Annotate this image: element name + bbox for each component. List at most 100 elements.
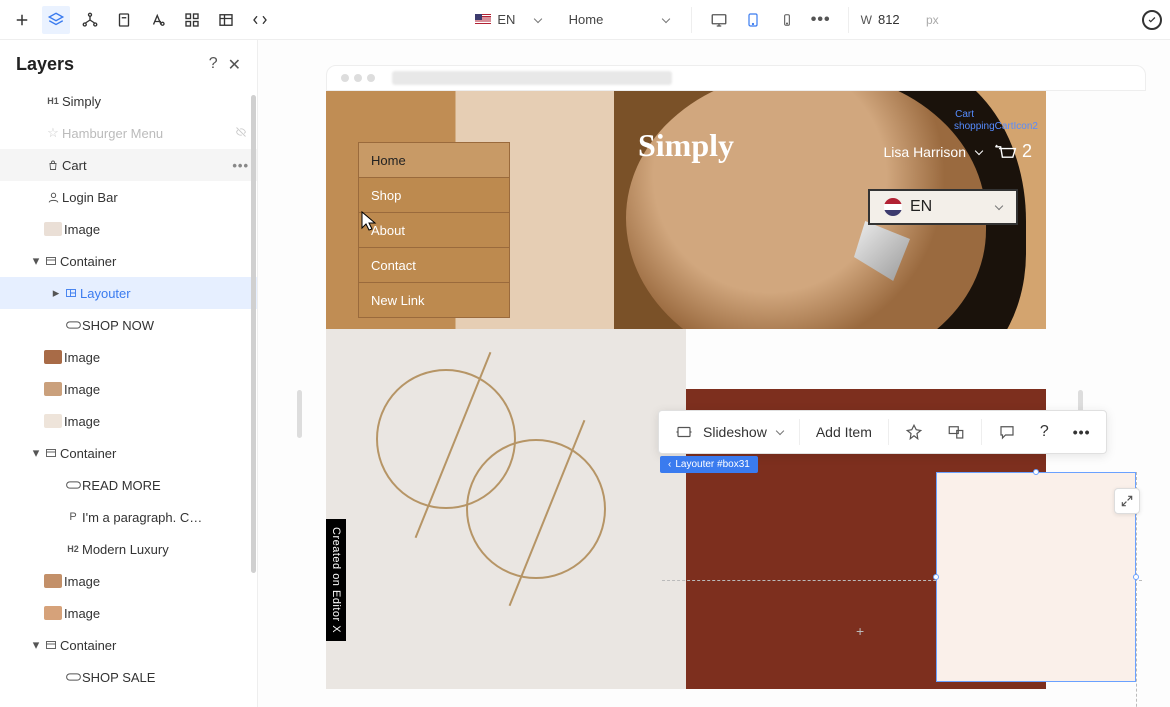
selection-handle[interactable] (933, 574, 939, 580)
language-select[interactable]: EN (465, 5, 550, 35)
layer-row[interactable]: READ MORE (0, 469, 257, 501)
width-label: W (861, 13, 872, 27)
layer-row[interactable]: Image (0, 597, 257, 629)
device-switcher: ••• (704, 5, 836, 35)
layer-row[interactable]: Image (0, 405, 257, 437)
layer-label: Image (64, 382, 249, 397)
sidebar-scrollbar[interactable] (250, 85, 256, 645)
selection-box[interactable] (936, 472, 1136, 682)
help-icon[interactable]: ? (209, 55, 218, 75)
comment-icon[interactable] (988, 415, 1026, 449)
layer-row[interactable]: Image (0, 213, 257, 245)
nav-menu-item[interactable]: Home (358, 142, 510, 178)
page-select[interactable]: Home (559, 5, 679, 35)
selection-handle[interactable] (1033, 469, 1039, 475)
status-check-icon[interactable] (1142, 10, 1162, 30)
layer-label: Layouter (80, 286, 232, 301)
layer-row[interactable]: SHOP NOW (0, 309, 257, 341)
preview-language-select[interactable]: EN (868, 189, 1018, 225)
layouter-tag[interactable]: ‹Layouter #box31 (660, 456, 758, 473)
layer-row[interactable]: Image (0, 565, 257, 597)
cart-button[interactable]: 2 (992, 141, 1032, 162)
add-icon[interactable] (8, 6, 36, 34)
component-selector[interactable]: Slideshow (665, 415, 793, 449)
page-icon[interactable] (110, 6, 138, 34)
more-icon[interactable]: ••• (232, 158, 249, 173)
site-logo[interactable]: Simply (638, 127, 734, 164)
cart-overlay-label2: shoppingCartIcon2 (954, 121, 1038, 132)
layer-label: I'm a paragraph. C… (82, 510, 249, 525)
layer-row[interactable]: ▾Container (0, 437, 257, 469)
desktop-icon[interactable] (704, 5, 734, 35)
nav-menu-item[interactable]: Contact (358, 247, 510, 283)
image-thumb-icon (44, 414, 62, 428)
editor-x-badge: Created on Editor X (326, 519, 346, 641)
page-select-value: Home (569, 12, 604, 27)
layer-row[interactable]: Image (0, 341, 257, 373)
layers-icon[interactable] (42, 6, 70, 34)
layer-row[interactable]: ▾Container (0, 245, 257, 277)
layer-label: Login Bar (62, 190, 249, 205)
layers-tree[interactable]: H1Simply☆Hamburger MenuCart••• Login Bar I… (0, 85, 257, 707)
top-toolbar: EN Home ••• W px (0, 0, 1170, 40)
layer-label: Container (60, 638, 249, 653)
layer-row[interactable]: H1Simply (0, 85, 257, 117)
browser-chrome (326, 65, 1146, 91)
apps-icon[interactable] (178, 6, 206, 34)
layer-label: Image (64, 414, 249, 429)
layer-row[interactable]: Cart••• (0, 149, 257, 181)
width-input[interactable] (878, 12, 920, 27)
layer-row[interactable]: Image (0, 373, 257, 405)
layer-label: Modern Luxury (82, 542, 249, 557)
nav-menu-item[interactable]: New Link (358, 282, 510, 318)
layer-row[interactable]: ▸Layouter••• (0, 277, 257, 309)
layer-row[interactable]: ▾ Container (0, 629, 257, 661)
table-icon[interactable] (212, 6, 240, 34)
nav-menu-item[interactable]: Shop (358, 177, 510, 213)
layers-title: Layers (16, 54, 74, 75)
close-icon[interactable]: ✕ (228, 55, 241, 75)
user-name[interactable]: Lisa Harrison (884, 144, 966, 160)
add-placeholder-icon[interactable]: + (856, 623, 864, 639)
design-icon[interactable] (895, 415, 933, 449)
layer-label: READ MORE (82, 478, 249, 493)
layer-row[interactable]: ☆Hamburger Menu (0, 117, 257, 149)
site-structure-icon[interactable] (76, 6, 104, 34)
expand-arrow-icon[interactable]: ▾ (30, 445, 42, 461)
preview-lang: EN (910, 198, 932, 216)
image-thumb-icon (44, 574, 62, 588)
add-item-button[interactable]: Add Item (806, 415, 882, 449)
toolbar-left-icons (8, 6, 274, 34)
earrings-image (326, 329, 686, 689)
more-devices-icon[interactable]: ••• (806, 5, 836, 35)
selection-handle[interactable] (1133, 574, 1139, 580)
text-icon[interactable] (144, 6, 172, 34)
layer-row[interactable]: H2Modern Luxury (0, 533, 257, 565)
canvas[interactable]: Simply Cart shoppingCartIcon2 Lisa Harri… (258, 40, 1170, 707)
chevron-down-icon[interactable] (975, 146, 983, 154)
help-icon[interactable]: ? (1030, 415, 1059, 449)
expand-arrow-icon[interactable]: ▾ (30, 253, 42, 269)
layer-row[interactable]: SHOP SALE (0, 661, 257, 693)
tablet-icon[interactable] (738, 5, 768, 35)
more-icon[interactable]: ••• (1063, 415, 1101, 449)
layer-row[interactable]: PI'm a paragraph. C… (0, 501, 257, 533)
responsive-icon[interactable] (937, 415, 975, 449)
hidden-icon[interactable] (233, 126, 249, 141)
chevron-down-icon (661, 14, 669, 22)
image-thumb-icon (44, 222, 62, 236)
mobile-icon[interactable] (772, 5, 802, 35)
divider (691, 7, 692, 33)
expand-arrow-icon[interactable]: ▸ (50, 285, 62, 301)
cart-count: 2 (1022, 141, 1032, 162)
context-toolbar: Slideshow Add Item ? ••• (658, 410, 1107, 454)
code-icon[interactable] (246, 6, 274, 34)
nav-menu-item[interactable]: About (358, 212, 510, 248)
chevron-down-icon (776, 427, 784, 435)
expand-icon[interactable] (1114, 488, 1140, 514)
layers-panel: Layers ? ✕ H1Simply☆Hamburger MenuCart••… (0, 40, 258, 707)
url-bar (392, 71, 672, 85)
expand-arrow-icon[interactable]: ▾ (30, 637, 42, 653)
resize-handle-left[interactable] (297, 390, 302, 438)
layer-row[interactable]: Login Bar (0, 181, 257, 213)
